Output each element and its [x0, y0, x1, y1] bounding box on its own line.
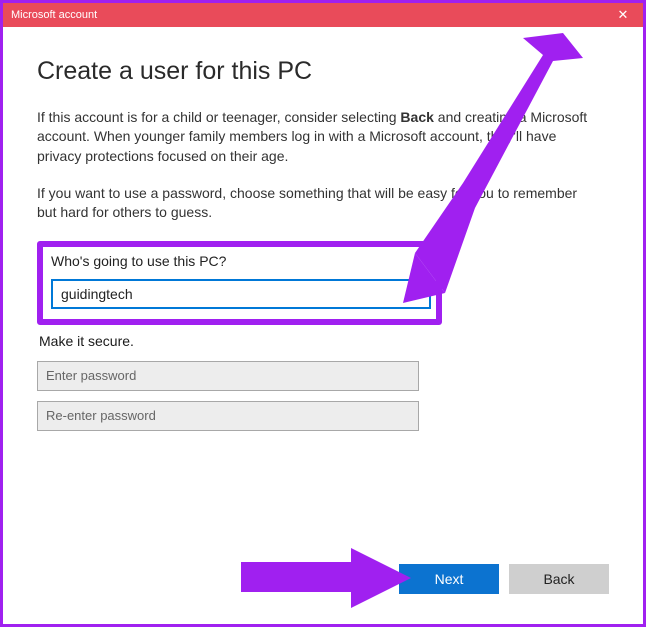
- annotation-arrow-top: [403, 33, 583, 303]
- annotation-highlight-box: Who's going to use this PC? ✕: [37, 241, 442, 325]
- password-input[interactable]: [37, 361, 419, 391]
- intro-text-1: If this account is for a child or teenag…: [37, 109, 400, 125]
- next-button[interactable]: Next: [399, 564, 499, 594]
- close-icon: ✕: [618, 7, 629, 23]
- who-label: Who's going to use this PC?: [51, 253, 428, 269]
- annotation-arrow-bottom: [241, 548, 411, 608]
- username-input[interactable]: [51, 279, 431, 309]
- reenter-password-input[interactable]: [37, 401, 419, 431]
- close-button[interactable]: ✕: [603, 3, 643, 27]
- back-button[interactable]: Back: [509, 564, 609, 594]
- footer-buttons: Next Back: [399, 564, 609, 594]
- secure-label: Make it secure.: [39, 333, 609, 349]
- window-title: Microsoft account: [11, 9, 97, 21]
- titlebar: Microsoft account ✕: [3, 3, 643, 27]
- username-row: ✕: [51, 279, 431, 309]
